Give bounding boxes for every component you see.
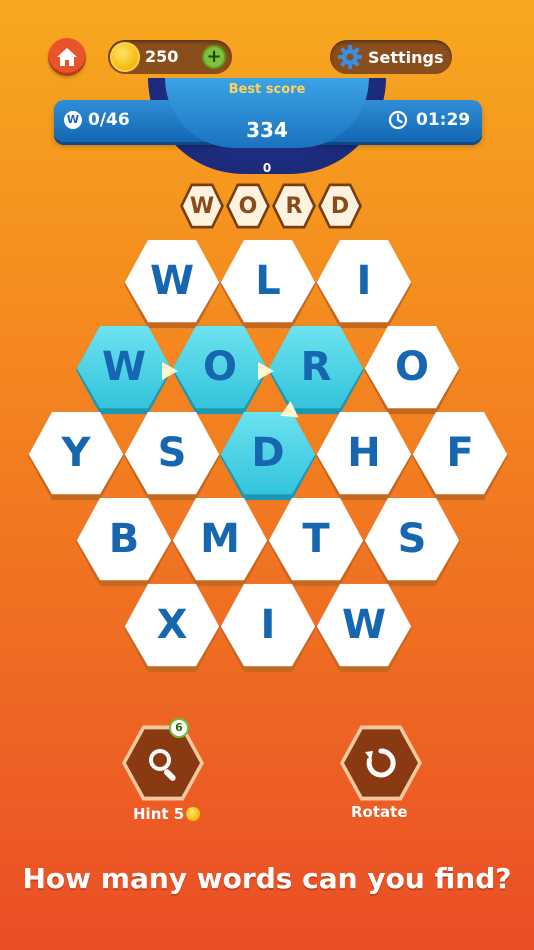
letter: M: [172, 497, 268, 581]
letter: D: [220, 411, 316, 495]
letter: I: [316, 239, 412, 323]
hint-label: Hint 5: [133, 805, 201, 823]
word-letter: D: [321, 186, 359, 226]
letter-tile-selected[interactable]: W: [76, 325, 172, 415]
letter: Y: [28, 411, 124, 495]
letter: T: [268, 497, 364, 581]
coin-count: 250: [145, 47, 179, 66]
current-score: 0: [262, 161, 272, 175]
letter: O: [172, 325, 268, 409]
letter-tile[interactable]: B: [76, 497, 172, 587]
settings-label: Settings: [368, 47, 444, 67]
letter-tile[interactable]: T: [268, 497, 364, 587]
rotate-button[interactable]: [340, 725, 422, 801]
word-letter-tile: R: [272, 183, 316, 229]
letter: W: [316, 583, 412, 667]
best-score-label: Best score: [228, 82, 306, 97]
letter: B: [76, 497, 172, 581]
letter-tile[interactable]: W: [124, 239, 220, 329]
word-letter: R: [275, 186, 313, 226]
hint-text: Hint 5: [133, 805, 185, 823]
letter: W: [76, 325, 172, 409]
letter-tile[interactable]: F: [412, 411, 508, 501]
path-arrow-icon: [258, 362, 274, 380]
word-count-icon: W: [64, 111, 82, 129]
word-letter-tile: W: [180, 183, 224, 229]
letter: W: [124, 239, 220, 323]
hint-button[interactable]: [122, 725, 204, 801]
letter-tile[interactable]: S: [364, 497, 460, 587]
coin-icon: [110, 42, 140, 72]
letter-tile[interactable]: H: [316, 411, 412, 501]
letter: F: [412, 411, 508, 495]
home-icon: [57, 48, 77, 66]
letter-tile-selected[interactable]: R: [268, 325, 364, 415]
word-letter-tile: D: [318, 183, 362, 229]
letter: X: [124, 583, 220, 667]
letter-tile[interactable]: L: [220, 239, 316, 329]
letter-tile[interactable]: W: [316, 583, 412, 673]
letter: R: [268, 325, 364, 409]
letter: O: [364, 325, 460, 409]
timer-value: 01:29: [416, 110, 471, 130]
letter: S: [364, 497, 460, 581]
word-letter-tile: O: [226, 183, 270, 229]
add-coins-button[interactable]: +: [202, 45, 226, 69]
letter-tile[interactable]: M: [172, 497, 268, 587]
word-letter: O: [229, 186, 267, 226]
hint-count-badge: 6: [169, 718, 189, 738]
rotate-label: Rotate: [351, 803, 408, 821]
letter: S: [124, 411, 220, 495]
timer: 01:29: [388, 110, 470, 130]
letter-tile[interactable]: I: [220, 583, 316, 673]
words-found-count: 0/46: [88, 110, 130, 130]
letter-tile-selected[interactable]: O: [172, 325, 268, 415]
letter: L: [220, 239, 316, 323]
coin-icon: [186, 807, 201, 821]
letter-tile-selected[interactable]: D: [220, 411, 316, 501]
word-letter: W: [183, 186, 221, 226]
path-arrow-icon: [162, 362, 178, 380]
letter-tile[interactable]: X: [124, 583, 220, 673]
settings-button[interactable]: Settings: [330, 40, 452, 74]
letter-tile[interactable]: S: [124, 411, 220, 501]
footer-prompt: How many words can you find?: [22, 862, 512, 895]
letter-tile[interactable]: I: [316, 239, 412, 329]
letter: I: [220, 583, 316, 667]
letter-tile[interactable]: O: [364, 325, 460, 415]
current-word: W O R D: [180, 182, 362, 230]
magnifier-icon: [149, 749, 176, 781]
words-progress: W 0/46: [64, 110, 130, 130]
letter-tile[interactable]: Y: [28, 411, 124, 501]
gear-icon: [338, 45, 362, 69]
clock-icon: [388, 110, 408, 130]
rotate-icon: [365, 748, 396, 778]
home-button[interactable]: [48, 38, 86, 76]
letter: H: [316, 411, 412, 495]
